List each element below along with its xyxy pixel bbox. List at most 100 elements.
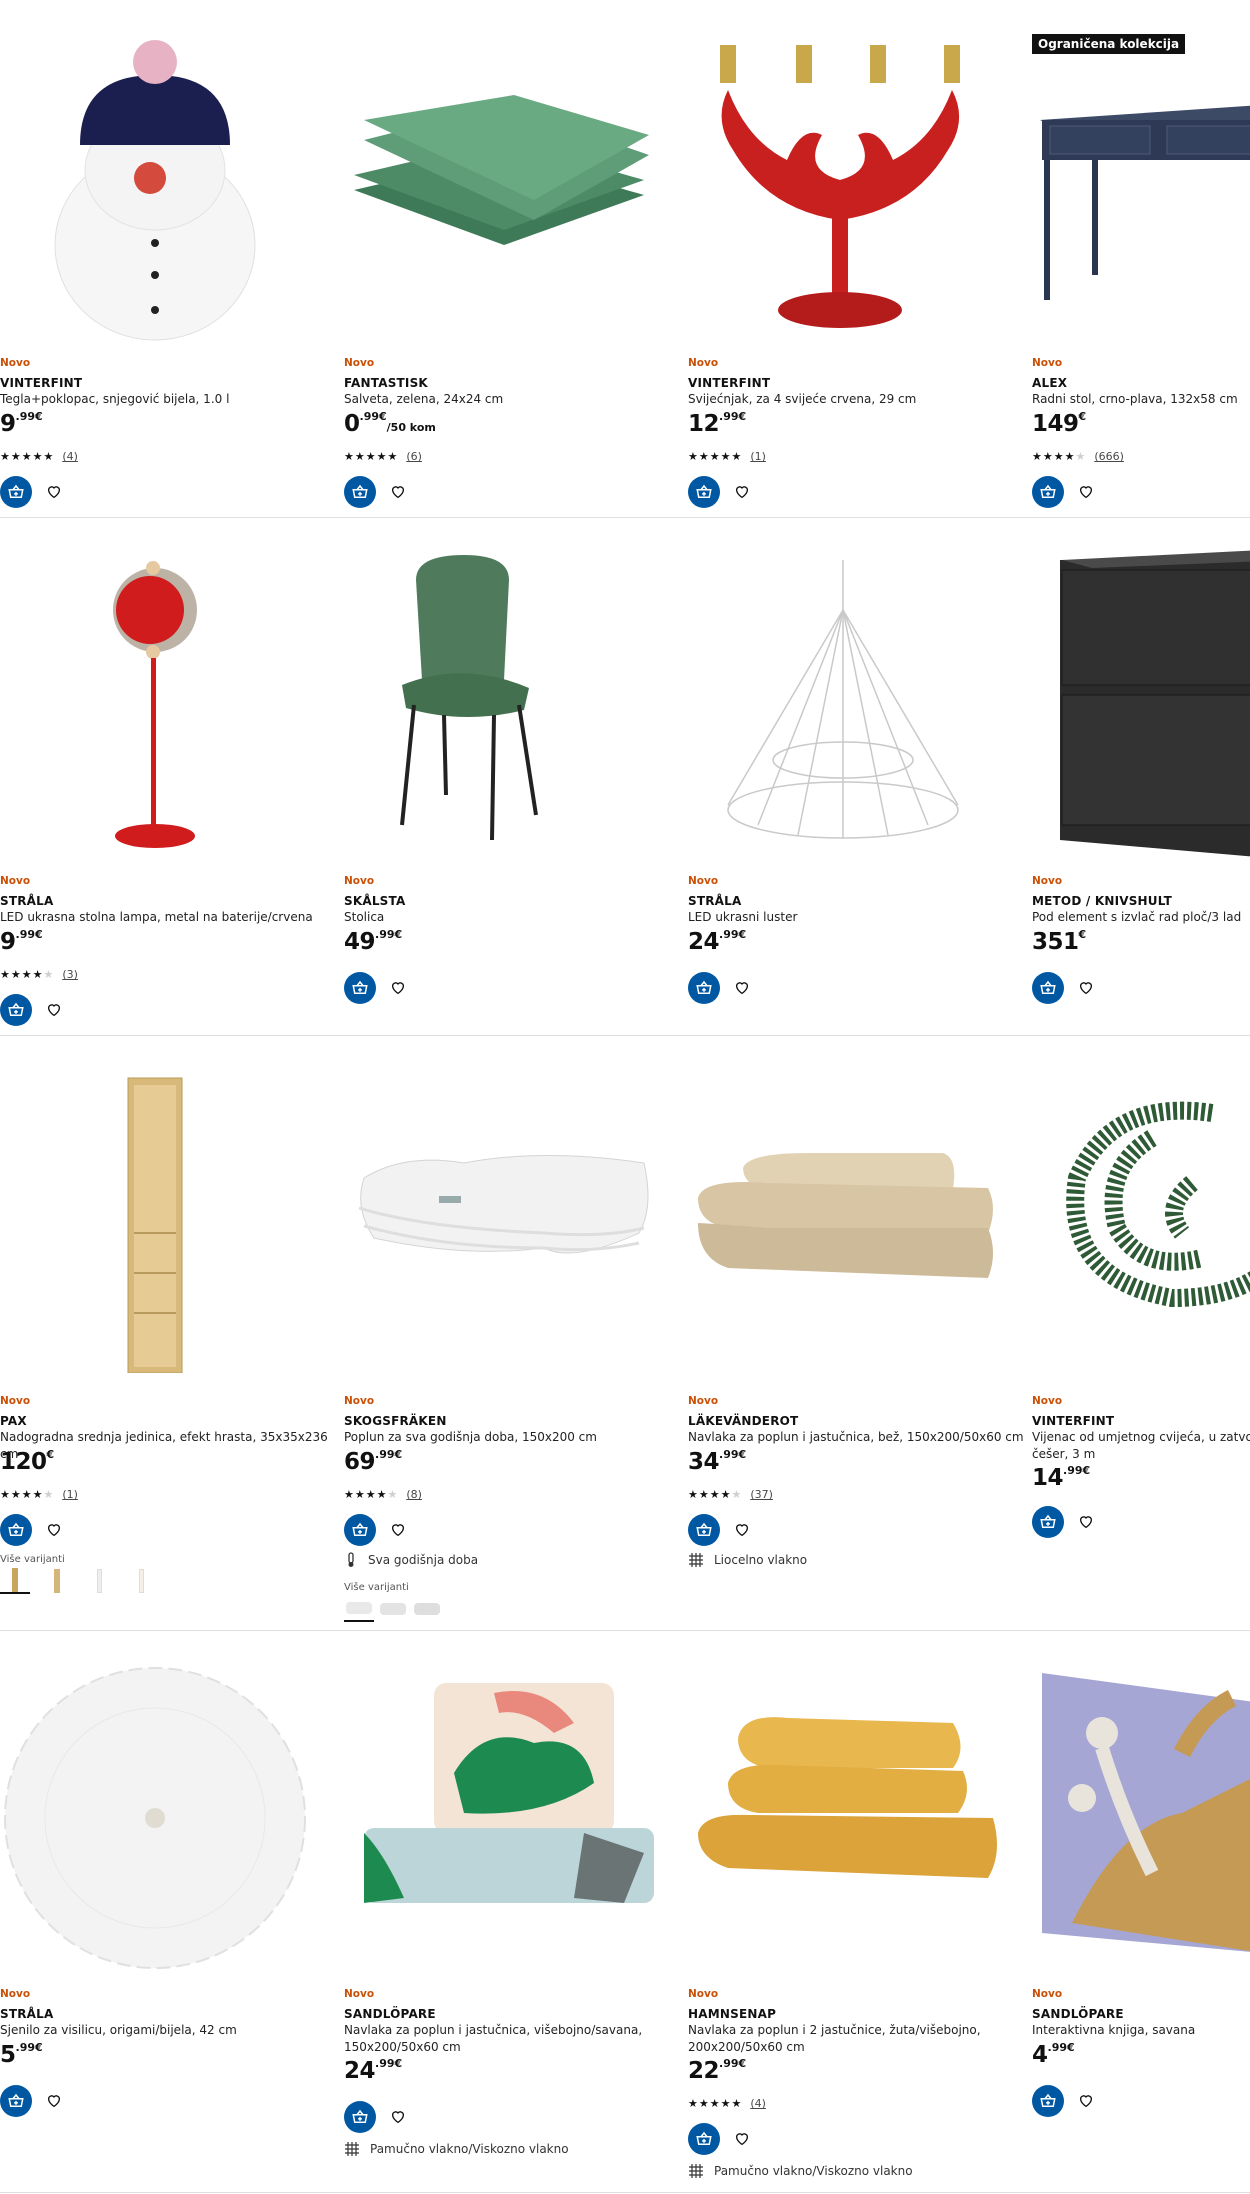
add-to-cart-button[interactable] bbox=[1032, 476, 1064, 508]
product-card-vinterfint-wreath[interactable]: Novo VINTERFINT Vijenac od umjetnog cvij… bbox=[1032, 1038, 1250, 1628]
product-name[interactable]: SKÅLSTA bbox=[344, 894, 405, 908]
product-card-fantastisk[interactable]: Novo FANTASTISK Salveta, zelena, 24x24 c… bbox=[344, 0, 688, 520]
add-to-cart-button[interactable] bbox=[1032, 972, 1064, 1004]
product-image[interactable] bbox=[344, 1653, 688, 1983]
rating[interactable]: ★★★★★ (1) bbox=[688, 450, 766, 463]
product-image[interactable] bbox=[0, 1073, 344, 1373]
variant-swatch[interactable] bbox=[344, 1596, 374, 1622]
favourite-button[interactable] bbox=[38, 994, 70, 1026]
product-image[interactable] bbox=[688, 1653, 1032, 1983]
product-description[interactable]: Radni stol, crno-plava, 132x58 cm bbox=[1032, 391, 1250, 408]
add-to-cart-button[interactable] bbox=[0, 476, 32, 508]
add-to-cart-button[interactable] bbox=[0, 2085, 32, 2117]
add-to-cart-button[interactable] bbox=[688, 972, 720, 1004]
product-image[interactable] bbox=[344, 1058, 688, 1388]
product-name[interactable]: SANDLÖPARE bbox=[1032, 2007, 1124, 2021]
favourite-button[interactable] bbox=[1070, 476, 1102, 508]
product-name[interactable]: VINTERFINT bbox=[1032, 1414, 1114, 1428]
product-description[interactable]: Sjenilo za visilicu, origami/bijela, 42 … bbox=[0, 2022, 340, 2039]
product-description[interactable]: LED ukrasna stolna lampa, metal na bater… bbox=[0, 909, 340, 926]
product-description-line2[interactable]: 150x200/50x60 cm bbox=[344, 2039, 684, 2056]
product-description[interactable]: Salveta, zelena, 24x24 cm bbox=[344, 391, 684, 408]
favourite-button[interactable] bbox=[38, 476, 70, 508]
product-image[interactable] bbox=[688, 20, 1032, 350]
add-to-cart-button[interactable] bbox=[344, 972, 376, 1004]
product-name[interactable]: HAMNSENAP bbox=[688, 2007, 776, 2021]
rating[interactable]: ★★★★★ (4) bbox=[688, 2097, 766, 2110]
product-card-strala-luster[interactable]: Novo STRÅLA LED ukrasni luster 24.99€ bbox=[688, 520, 1032, 1035]
product-name[interactable]: VINTERFINT bbox=[688, 376, 770, 390]
add-to-cart-button[interactable] bbox=[344, 476, 376, 508]
product-name[interactable]: METOD / KNIVSHULT bbox=[1032, 894, 1172, 908]
product-name[interactable]: ALEX bbox=[1032, 376, 1067, 390]
add-to-cart-button[interactable] bbox=[0, 994, 32, 1026]
add-to-cart-button[interactable] bbox=[1032, 2085, 1064, 2117]
product-card-lakevanderot[interactable]: Novo LÄKEVÄNDEROT Navlaka za poplun i ja… bbox=[688, 1038, 1032, 1628]
product-image[interactable] bbox=[344, 20, 688, 350]
favourite-button[interactable] bbox=[726, 2123, 758, 2155]
product-description[interactable]: Navlaka za poplun i jastučnica, bež, 150… bbox=[688, 1429, 1028, 1446]
product-name[interactable]: VINTERFINT bbox=[0, 376, 82, 390]
favourite-button[interactable] bbox=[38, 1514, 70, 1546]
product-description[interactable]: Pod element s izvlač rad ploč/3 lad bbox=[1032, 909, 1250, 926]
product-name[interactable]: SKOGSFRÄKEN bbox=[344, 1414, 447, 1428]
rating[interactable]: ★★★★★ (8) bbox=[344, 1488, 422, 1501]
product-card-metod[interactable]: Novo METOD / KNIVSHULT Pod element s izv… bbox=[1032, 520, 1250, 1035]
product-image[interactable] bbox=[688, 1058, 1032, 1388]
product-image[interactable] bbox=[1032, 20, 1250, 350]
add-to-cart-button[interactable] bbox=[344, 1514, 376, 1546]
rating[interactable]: ★★★★★ (37) bbox=[688, 1488, 773, 1501]
rating[interactable]: ★★★★★ (6) bbox=[344, 450, 422, 463]
product-card-alex[interactable]: Ograničena kolekcija Novo ALEX Radni sto… bbox=[1032, 0, 1250, 520]
product-image[interactable] bbox=[0, 20, 344, 350]
product-name[interactable]: STRÅLA bbox=[0, 2007, 54, 2021]
product-card-strala-shade[interactable]: Novo STRÅLA Sjenilo za visilicu, origami… bbox=[0, 1633, 344, 2194]
product-card-vinterfint-candle[interactable]: Novo VINTERFINT Svijećnjak, za 4 svijeće… bbox=[688, 0, 1032, 520]
add-to-cart-button[interactable] bbox=[688, 476, 720, 508]
product-card-vinterfint-jar[interactable]: Novo VINTERFINT Tegla+poklopac, snjegovi… bbox=[0, 0, 344, 520]
favourite-button[interactable] bbox=[38, 2085, 70, 2117]
product-name[interactable]: PAX bbox=[0, 1414, 27, 1428]
favourite-button[interactable] bbox=[382, 972, 414, 1004]
product-image[interactable] bbox=[0, 1653, 344, 1983]
product-image[interactable] bbox=[1032, 540, 1250, 870]
product-image[interactable] bbox=[1032, 1058, 1250, 1388]
product-name[interactable]: STRÅLA bbox=[0, 894, 54, 908]
favourite-button[interactable] bbox=[1070, 1506, 1102, 1538]
favourite-button[interactable] bbox=[382, 2101, 414, 2133]
variant-swatch[interactable] bbox=[0, 1568, 30, 1594]
favourite-button[interactable] bbox=[726, 972, 758, 1004]
product-description[interactable]: Poplun za sva godišnja doba, 150x200 cm bbox=[344, 1429, 684, 1446]
product-name[interactable]: LÄKEVÄNDEROT bbox=[688, 1414, 798, 1428]
product-description[interactable]: Interaktivna knjiga, savana bbox=[1032, 2022, 1250, 2039]
product-card-hamnsenap[interactable]: Novo HAMNSENAP Navlaka za poplun i 2 jas… bbox=[688, 1633, 1032, 2194]
product-description[interactable]: Vijenac od umjetnog cvijeća, u zatvoreno… bbox=[1032, 1429, 1250, 1446]
product-card-skalsta[interactable]: Novo SKÅLSTA Stolica 49.99€ bbox=[344, 520, 688, 1035]
favourite-button[interactable] bbox=[726, 476, 758, 508]
favourite-button[interactable] bbox=[382, 1514, 414, 1546]
product-image[interactable] bbox=[1032, 1653, 1250, 1983]
favourite-button[interactable] bbox=[382, 476, 414, 508]
rating[interactable]: ★★★★★ (4) bbox=[0, 450, 78, 463]
product-card-pax[interactable]: Novo PAX Nadogradna srednja jedinica, ef… bbox=[0, 1038, 344, 1628]
rating[interactable]: ★★★★★ (1) bbox=[0, 1488, 78, 1501]
favourite-button[interactable] bbox=[726, 1514, 758, 1546]
product-image[interactable] bbox=[0, 540, 344, 870]
product-description-line2[interactable]: 200x200/50x60 cm bbox=[688, 2039, 1028, 2056]
product-description[interactable]: Stolica bbox=[344, 909, 684, 926]
product-card-sandlopare-book[interactable]: Novo SANDLÖPARE Interaktivna knjiga, sav… bbox=[1032, 1633, 1250, 2194]
variant-swatch[interactable] bbox=[126, 1568, 156, 1594]
add-to-cart-button[interactable] bbox=[344, 2101, 376, 2133]
rating[interactable]: ★★★★★ (666) bbox=[1032, 450, 1124, 463]
product-description[interactable]: Navlaka za poplun i jastučnica, višebojn… bbox=[344, 2022, 684, 2039]
product-card-strala-lamp[interactable]: Novo STRÅLA LED ukrasna stolna lampa, me… bbox=[0, 520, 344, 1035]
variant-swatch[interactable] bbox=[84, 1568, 114, 1594]
product-description[interactable]: Tegla+poklopac, snjegović bijela, 1.0 l bbox=[0, 391, 340, 408]
product-description[interactable]: LED ukrasni luster bbox=[688, 909, 1028, 926]
product-image[interactable] bbox=[344, 540, 688, 870]
add-to-cart-button[interactable] bbox=[0, 1514, 32, 1546]
product-name[interactable]: SANDLÖPARE bbox=[344, 2007, 436, 2021]
product-card-skogsfraken[interactable]: Novo SKOGSFRÄKEN Poplun za sva godišnja … bbox=[344, 1038, 688, 1628]
product-description[interactable]: Navlaka za poplun i 2 jastučnice, žuta/v… bbox=[688, 2022, 1028, 2039]
product-name[interactable]: FANTASTISK bbox=[344, 376, 428, 390]
